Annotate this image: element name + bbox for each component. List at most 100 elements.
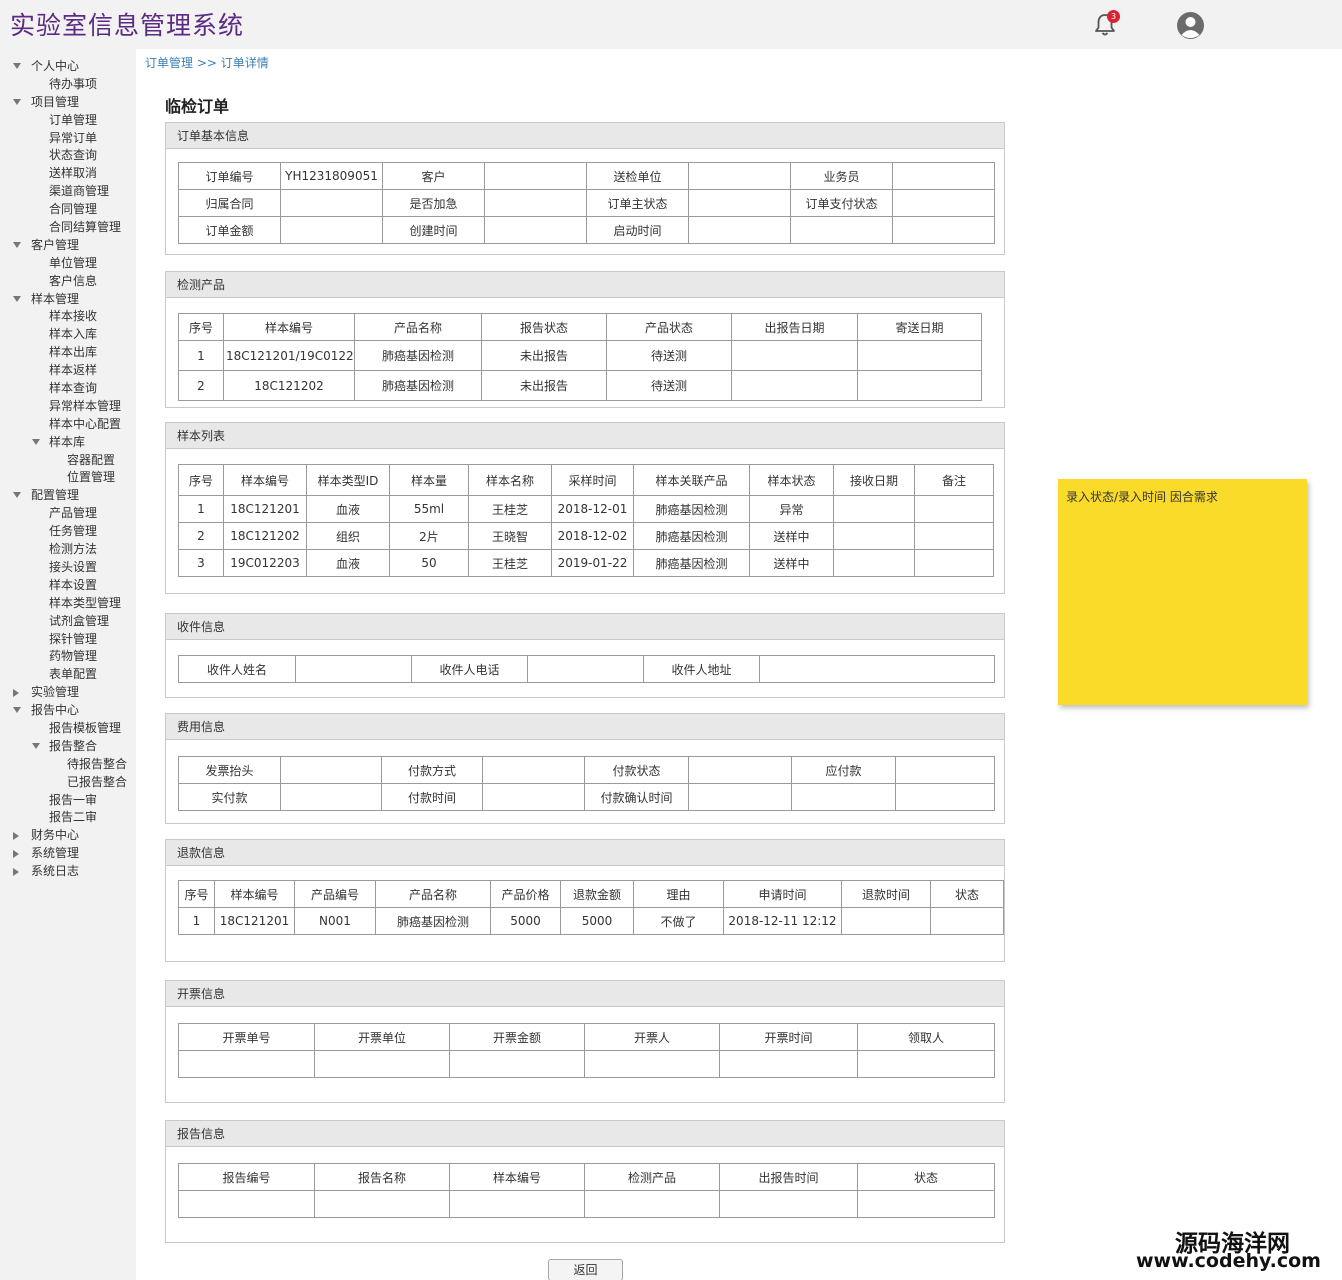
table-row: 发票抬头 付款方式 付款状态 应付款 bbox=[178, 756, 995, 784]
sidebar-item[interactable]: 接头设置 bbox=[0, 559, 135, 577]
sidebar-item[interactable]: 样本设置 bbox=[0, 577, 135, 595]
caret-right-icon[interactable] bbox=[13, 850, 19, 859]
sidebar-item[interactable]: 报告中心 bbox=[0, 702, 135, 720]
sidebar-item[interactable]: 容器配置 bbox=[0, 452, 135, 470]
sidebar-item[interactable]: 待办事项 bbox=[0, 76, 135, 94]
breadcrumb[interactable]: 订单管理 >> 订单详情 bbox=[145, 54, 269, 71]
table-cell bbox=[930, 907, 1004, 935]
sidebar-item[interactable]: 客户信息 bbox=[0, 273, 135, 291]
table-cell: 18C121201 bbox=[214, 907, 295, 935]
caret-down-icon[interactable] bbox=[13, 98, 21, 105]
sidebar-item[interactable]: 样本查询 bbox=[0, 380, 135, 398]
sidebar-item[interactable]: 报告模板管理 bbox=[0, 720, 135, 738]
table-cell bbox=[895, 756, 995, 784]
sidebar-item[interactable]: 系统管理 bbox=[0, 845, 135, 863]
table-cell bbox=[584, 1050, 720, 1078]
back-button[interactable]: 返回 bbox=[548, 1259, 623, 1280]
sidebar-item-label: 样本入库 bbox=[49, 327, 98, 342]
table-cell: 组织 bbox=[306, 522, 390, 550]
sidebar-item-label: 样本管理 bbox=[31, 291, 80, 306]
column-header: 理由 bbox=[633, 880, 724, 908]
section-report-title: 报告信息 bbox=[166, 1121, 1004, 1147]
sidebar-item[interactable]: 样本库 bbox=[0, 434, 135, 452]
sidebar-item[interactable]: 试剂盒管理 bbox=[0, 613, 135, 631]
caret-right-icon[interactable] bbox=[13, 832, 19, 841]
sidebar-item[interactable]: 渠道商管理 bbox=[0, 183, 135, 201]
sidebar-item[interactable]: 样本中心配置 bbox=[0, 416, 135, 434]
sidebar-item[interactable]: 个人中心 bbox=[0, 58, 135, 76]
table-cell: 收件人地址 bbox=[643, 655, 760, 683]
caret-down-icon[interactable] bbox=[13, 241, 21, 248]
sidebar-item[interactable]: 异常订单 bbox=[0, 130, 135, 148]
column-header: 状态 bbox=[930, 880, 1004, 908]
sidebar-item[interactable]: 合同管理 bbox=[0, 201, 135, 219]
page-title: 临检订单 bbox=[165, 97, 230, 116]
sidebar-item-label: 待办事项 bbox=[49, 76, 98, 91]
column-header: 报告编号 bbox=[178, 1163, 315, 1191]
table-cell: 订单支付状态 bbox=[790, 189, 893, 217]
table-cell: 肺癌基因检测 bbox=[633, 495, 750, 523]
sidebar-item[interactable]: 样本入库 bbox=[0, 326, 135, 344]
section-refund: 退款信息 序号 样本编号 产品编号 产品名称 产品价格 退款金额 理由 申请时间 退款时间 状态 1… bbox=[165, 839, 1005, 962]
sidebar-item[interactable]: 任务管理 bbox=[0, 523, 135, 541]
sidebar-item[interactable]: 表单配置 bbox=[0, 666, 135, 684]
sidebar-item-label: 已报告整合 bbox=[67, 774, 128, 789]
sidebar-item[interactable]: 产品管理 bbox=[0, 505, 135, 523]
table-cell bbox=[280, 783, 382, 811]
sidebar-item[interactable]: 报告整合 bbox=[0, 738, 135, 756]
caret-down-icon[interactable] bbox=[32, 438, 40, 445]
caret-down-icon[interactable] bbox=[13, 295, 21, 302]
sidebar-item[interactable]: 样本接收 bbox=[0, 308, 135, 326]
sidebar-item-label: 任务管理 bbox=[49, 524, 98, 539]
caret-down-icon[interactable] bbox=[13, 707, 21, 714]
notification-bell-button[interactable]: 3 bbox=[1092, 10, 1120, 38]
sidebar-item-label: 样本查询 bbox=[49, 381, 98, 396]
sidebar-item-label: 财务中心 bbox=[31, 828, 80, 843]
sidebar-item[interactable]: 单位管理 bbox=[0, 255, 135, 273]
sidebar-item[interactable]: 系统日志 bbox=[0, 863, 135, 881]
sidebar-item[interactable]: 报告一审 bbox=[0, 792, 135, 810]
sidebar-item[interactable]: 报告二审 bbox=[0, 809, 135, 827]
sidebar-item[interactable]: 异常样本管理 bbox=[0, 398, 135, 416]
sidebar-item[interactable]: 位置管理 bbox=[0, 469, 135, 487]
sidebar-item[interactable]: 送样取消 bbox=[0, 165, 135, 183]
sidebar-item[interactable]: 订单管理 bbox=[0, 112, 135, 130]
sidebar-item[interactable]: 探针管理 bbox=[0, 631, 135, 649]
column-header: 产品编号 bbox=[294, 880, 376, 908]
sidebar-item-label: 样本设置 bbox=[49, 577, 98, 592]
sidebar-item[interactable]: 药物管理 bbox=[0, 648, 135, 666]
sidebar-item[interactable]: 合同结算管理 bbox=[0, 219, 135, 237]
table-cell: 付款方式 bbox=[381, 756, 483, 784]
column-header: 接收日期 bbox=[833, 464, 915, 496]
caret-down-icon[interactable] bbox=[13, 492, 21, 499]
caret-down-icon[interactable] bbox=[32, 742, 40, 749]
sidebar-item[interactable]: 状态查询 bbox=[0, 147, 135, 165]
table-cell bbox=[280, 189, 383, 217]
column-header: 样本关联产品 bbox=[633, 464, 750, 496]
caret-right-icon[interactable] bbox=[13, 868, 19, 877]
sidebar-item[interactable]: 已报告整合 bbox=[0, 774, 135, 792]
sidebar-item[interactable]: 检测方法 bbox=[0, 541, 135, 559]
sidebar-item[interactable]: 待报告整合 bbox=[0, 756, 135, 774]
column-header: 产品状态 bbox=[606, 313, 732, 341]
column-header: 产品价格 bbox=[490, 880, 561, 908]
sidebar-item-label: 异常订单 bbox=[49, 130, 98, 145]
sidebar-item[interactable]: 财务中心 bbox=[0, 827, 135, 845]
sidebar-item[interactable]: 配置管理 bbox=[0, 487, 135, 505]
sidebar-nav: 个人中心 待办事项项目管理 订单管理 异常订单状态查询 送样取消 渠道商管理 合同管理 合同结… bbox=[0, 58, 135, 881]
user-avatar-button[interactable] bbox=[1176, 11, 1205, 40]
table-cell: 19C012203 bbox=[223, 549, 307, 577]
column-header: 出报告日期 bbox=[731, 313, 858, 341]
sidebar-item[interactable]: 项目管理 bbox=[0, 94, 135, 112]
sidebar-item[interactable]: 样本返样 bbox=[0, 362, 135, 380]
sidebar-item[interactable]: 样本管理 bbox=[0, 291, 135, 309]
sidebar-item-label: 探针管理 bbox=[49, 631, 98, 646]
sidebar-item[interactable]: 样本出库 bbox=[0, 344, 135, 362]
table-cell bbox=[584, 1190, 720, 1218]
sidebar-item[interactable]: 样本类型管理 bbox=[0, 595, 135, 613]
caret-down-icon[interactable] bbox=[13, 63, 21, 69]
caret-right-icon[interactable] bbox=[13, 689, 19, 698]
sidebar-item[interactable]: 实验管理 bbox=[0, 684, 135, 702]
sidebar-item[interactable]: 客户管理 bbox=[0, 237, 135, 255]
section-products: 检测产品 序号 样本编号 产品名称 报告状态 产品状态 出报告日期 寄送日期 1 18C1212… bbox=[165, 271, 1005, 408]
